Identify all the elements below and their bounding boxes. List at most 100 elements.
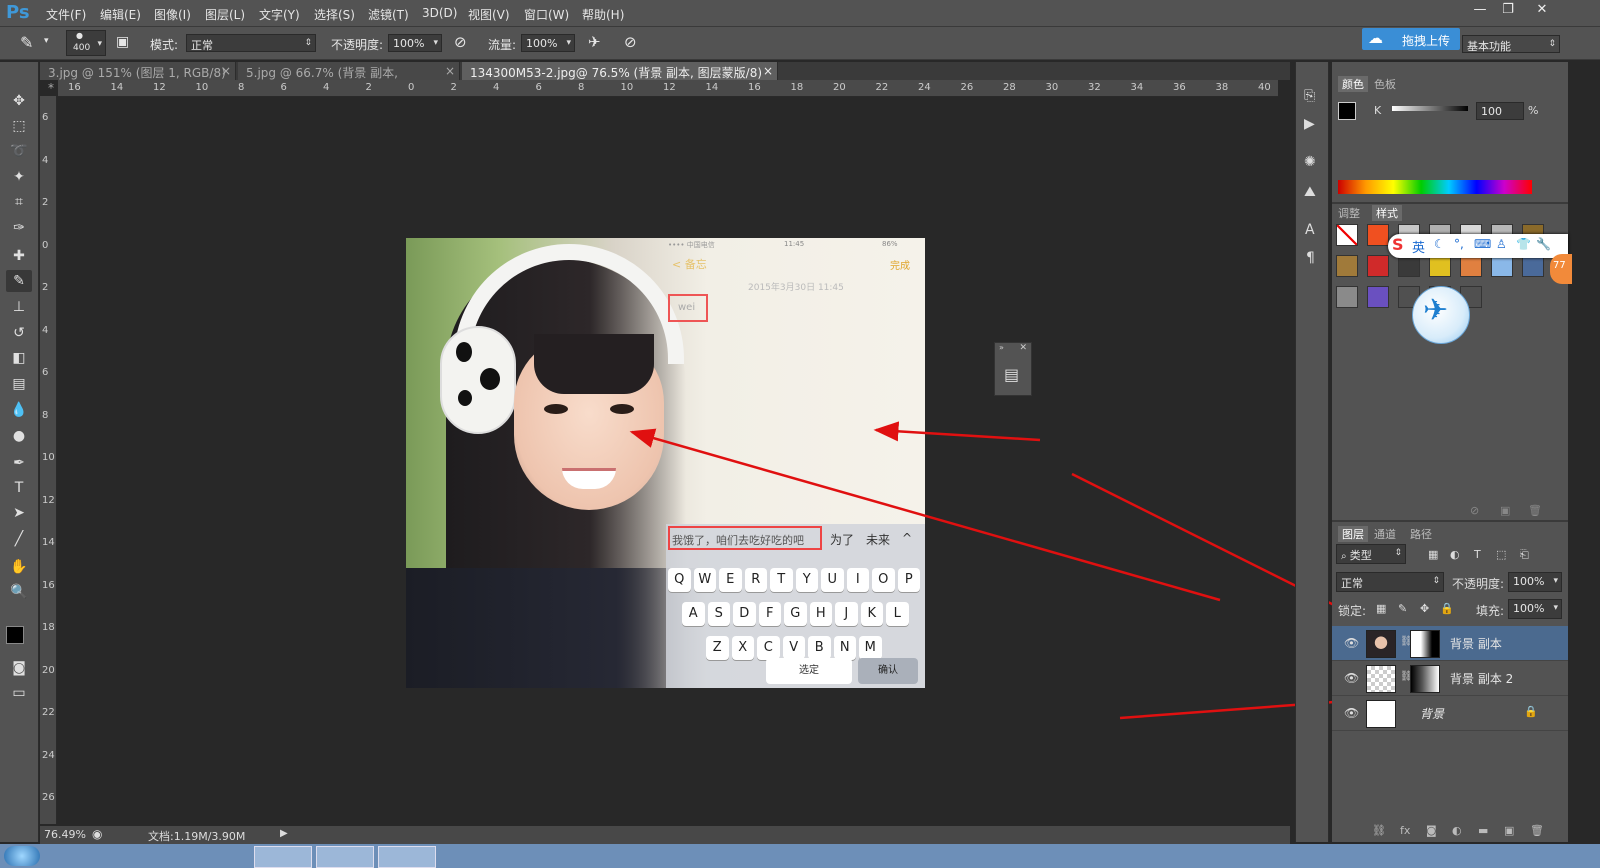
shape-filter-icon[interactable]: ⬚ [1496,548,1506,561]
pen-tool-icon[interactable]: ✒ [6,452,32,474]
punctuation-icon[interactable]: °, [1454,237,1464,251]
clone-stamp-tool-icon[interactable]: ⊥ [6,296,32,318]
eraser-tool-icon[interactable]: ◧ [6,347,32,369]
blend-mode-select[interactable]: 正常 ⇕ [1336,572,1444,592]
group-icon[interactable]: ▬ [1478,824,1488,837]
style-swatch[interactable] [1491,255,1513,277]
tab-paths[interactable]: 路径 [1410,526,1432,542]
adjustment-filter-icon[interactable]: ◐ [1450,548,1460,561]
lock-transparency-icon[interactable]: ▦ [1376,602,1386,615]
history-icon[interactable]: ⎘ [1304,88,1315,104]
layer-row-background-copy-2[interactable]: 👁 ⛓ 背景 副本 2 [1332,661,1568,696]
layer-name[interactable]: 背景 [1420,705,1444,722]
tab-channels[interactable]: 通道 [1374,526,1396,542]
no-style-icon[interactable]: ⊘ [1470,504,1479,517]
screen-mode-icon[interactable]: ▭ [6,682,32,704]
document-image[interactable]: •••• 中国电信 11:45 86% < 备忘 完成 2015年3月30日 1… [406,238,925,688]
magic-wand-tool-icon[interactable]: ✦ [6,166,32,188]
workspace-select[interactable]: 基本功能 ⇕ [1462,35,1560,53]
sogou-icon[interactable]: S [1392,235,1404,254]
lasso-tool-icon[interactable]: ➰ [6,140,32,162]
quick-mask-icon[interactable]: ◙ [6,657,32,679]
fg-color-swatch[interactable] [1338,102,1356,120]
k-slider[interactable] [1392,106,1468,111]
moon-icon[interactable]: ☾ [1434,237,1445,251]
add-mask-icon[interactable]: ◙ [1426,824,1437,837]
bird-widget[interactable]: ✈ [1412,286,1470,344]
expand-icon[interactable]: » [999,343,1004,352]
layer-mask-thumbnail[interactable] [1410,665,1440,693]
tab-3-jpg[interactable]: 3.jpg @ 151% (图层 1, RGB/8) * × [40,62,236,95]
fx-icon[interactable]: fx [1400,824,1410,837]
style-swatch[interactable] [1522,255,1544,277]
layer-row-background[interactable]: 👁 背景 🔒 [1332,696,1568,731]
menu-edit[interactable]: 编辑(E) [100,6,141,23]
hand-tool-icon[interactable]: ✋ [6,556,32,578]
layer-name[interactable]: 背景 副本 [1450,635,1502,652]
menu-view[interactable]: 视图(V) [468,6,510,23]
foreground-color-swatch[interactable] [6,626,24,644]
menu-layer[interactable]: 图层(L) [205,6,245,23]
lock-pixels-icon[interactable]: ✎ [1398,602,1407,615]
play-icon[interactable]: ▶ [280,828,288,839]
type-tool-icon[interactable]: T [6,477,32,499]
layer-opacity-input[interactable]: 100% ▾ [1508,572,1562,592]
lock-position-icon[interactable]: ✥ [1420,602,1429,615]
style-swatch[interactable] [1336,255,1358,277]
dodge-tool-icon[interactable]: ● [6,425,32,447]
style-swatch[interactable] [1398,255,1420,277]
zoom-tool-icon[interactable]: 🔍 [6,581,32,603]
k-value-input[interactable]: 100 [1476,102,1524,120]
tab-swatches[interactable]: 色板 [1374,76,1396,92]
start-button-icon[interactable] [4,846,40,866]
fill-input[interactable]: 100% ▾ [1508,599,1562,619]
link-layers-icon[interactable]: ⛓ [1372,824,1386,837]
shirt-icon[interactable]: 👕 [1516,237,1531,251]
tab-color[interactable]: 颜色 [1338,76,1368,92]
notification-badge[interactable]: 77 [1550,254,1572,284]
visibility-eye-icon[interactable]: 👁 [1344,671,1359,685]
tab-layers[interactable]: 图层 [1338,526,1368,542]
zoom-level[interactable]: 76.49% [44,828,86,841]
pressure-opacity-icon[interactable]: ⊘ [454,33,467,51]
opacity-input[interactable]: 100% ▾ [388,34,442,52]
mode-select[interactable]: 正常 ⇕ [186,34,316,52]
pixel-filter-icon[interactable]: ▦ [1428,548,1438,561]
tab-adjustments[interactable]: 调整 [1338,205,1360,221]
style-swatch[interactable] [1336,224,1358,246]
brush-tool-icon[interactable]: ✎ [20,33,33,52]
menu-help[interactable]: 帮助(H) [582,6,624,23]
tool-preset-dropdown-icon[interactable]: ▾ [44,36,49,46]
clone-source-icon[interactable]: ⛰ [1304,184,1316,200]
style-swatch[interactable] [1367,286,1389,308]
new-style-icon[interactable]: ▣ [1500,504,1510,517]
wrench-icon[interactable]: 🔧 [1536,237,1551,251]
ime-toolbar[interactable]: S 英 ☾ °, ⌨ ♙ 👕 🔧 [1388,234,1568,258]
close-icon[interactable]: × [763,64,773,78]
smart-object-filter-icon[interactable]: ⎗ [1520,548,1529,562]
character-icon[interactable]: A [1305,222,1315,238]
menu-image[interactable]: 图像(I) [154,6,191,23]
layer-name[interactable]: 背景 副本 2 [1450,670,1513,687]
style-swatch[interactable] [1429,255,1451,277]
style-swatch[interactable] [1336,286,1358,308]
ime-lang[interactable]: 英 [1412,237,1425,256]
tab-styles[interactable]: 样式 [1372,205,1402,221]
menu-select[interactable]: 选择(S) [314,6,355,23]
healing-brush-tool-icon[interactable]: ✚ [6,245,32,267]
keyboard-icon[interactable]: ⌨ [1474,237,1491,251]
delete-layer-icon[interactable]: 🗑 [1530,824,1544,837]
brush-presets-icon[interactable]: ✺ [1304,154,1316,170]
style-swatch[interactable] [1367,255,1389,277]
style-swatch[interactable] [1460,255,1482,277]
pressure-size-icon[interactable]: ⊘ [624,33,637,51]
brush-size-picker[interactable]: ● 400 ▾ [66,30,106,56]
type-filter-icon[interactable]: T [1474,548,1481,561]
close-icon[interactable]: × [445,64,455,78]
move-tool-icon[interactable]: ✥ [6,90,32,112]
taskbar-app[interactable] [254,846,312,868]
visibility-eye-icon[interactable]: 👁 [1344,706,1359,720]
eyedropper-tool-icon[interactable]: ✑ [6,217,32,239]
crop-tool-icon[interactable]: ⌗ [6,191,32,213]
restore-icon[interactable]: ❐ [1496,2,1520,20]
